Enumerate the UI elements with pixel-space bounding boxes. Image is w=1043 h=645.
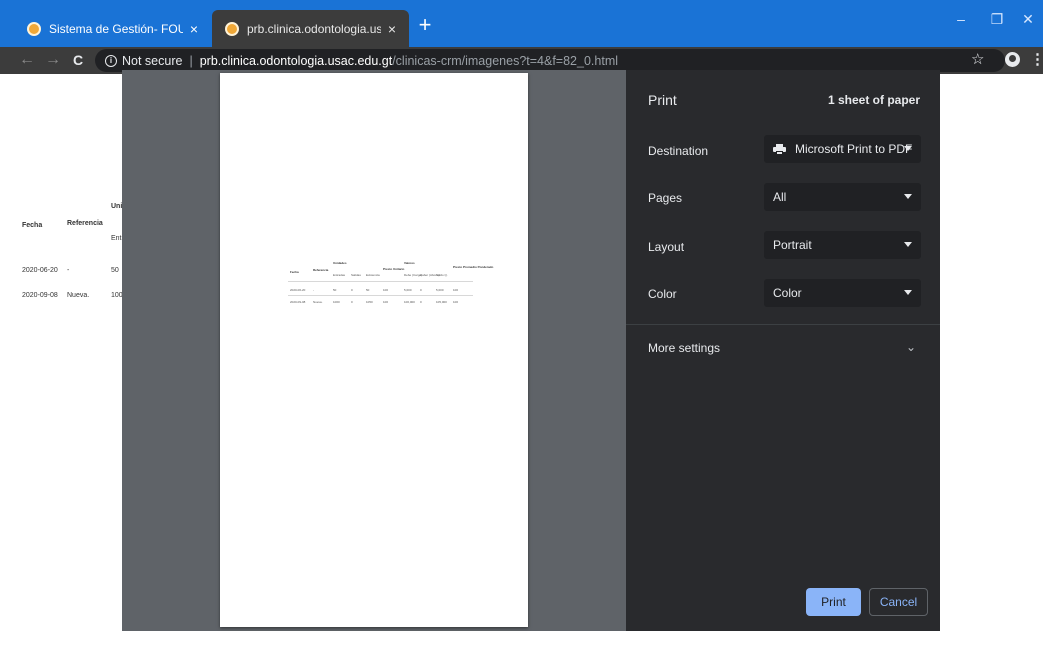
preview-header: Unidades (333, 261, 347, 265)
chevron-down-icon (904, 146, 912, 151)
color-select[interactable]: Color (764, 279, 921, 307)
row-referencia: Nueva. (67, 292, 90, 299)
preview-cell: 100 (453, 300, 459, 304)
reload-icon[interactable]: C (68, 49, 88, 71)
destination-value: Microsoft Print to PDF (795, 142, 913, 156)
tab-sistema-gestion[interactable]: Sistema de Gestión- FOUSAC × (14, 10, 211, 47)
row-cantidad: 50 (111, 267, 119, 274)
print-title: Print (648, 92, 677, 108)
preview-cell: 50 (366, 288, 370, 292)
preview-header: Saldo Q. (436, 273, 448, 277)
row-referencia: - (67, 267, 70, 274)
new-tab-button[interactable]: + (413, 14, 437, 38)
chevron-down-icon (904, 290, 912, 295)
forward-arrow-icon[interactable]: → (43, 49, 63, 71)
tab-title: prb.clinica.odontologia.usac.edu. (247, 21, 381, 36)
profile-avatar-icon[interactable] (1005, 52, 1020, 67)
close-window-icon[interactable]: ✕ (1013, 8, 1043, 30)
preview-cell: 0 (351, 288, 353, 292)
preview-cell: 1000 (333, 300, 340, 304)
cancel-button[interactable]: Cancel (869, 588, 928, 616)
preview-header: Entradas (333, 273, 346, 277)
printer-icon (773, 143, 786, 155)
destination-label: Destination (648, 144, 709, 158)
tab-title: Sistema de Gestión- FOUSAC (49, 21, 183, 36)
preview-header: Precio Unitario (383, 267, 405, 271)
layout-label: Layout (648, 240, 685, 254)
tab-close-icon[interactable]: × (187, 21, 201, 37)
security-label: Not secure (122, 53, 183, 68)
referencia-header: Referencia (67, 220, 103, 227)
browser-titlebar: Sistema de Gestión- FOUSAC × prb.clinica… (0, 0, 1043, 47)
layout-value: Portrait (773, 238, 812, 252)
preview-divider (288, 281, 473, 282)
expand-chevron-icon[interactable]: ⌄ (906, 340, 916, 354)
pages-label: Pages (648, 191, 683, 205)
settings-divider (626, 324, 940, 325)
sheet-count: 1 sheet of paper (827, 93, 920, 107)
print-dialog: Fecha Referencia Unidades Entradas Salid… (122, 70, 940, 631)
preview-cell: 50 (333, 288, 337, 292)
fecha-header: Fecha (22, 222, 43, 229)
preview-header: Fecha (290, 270, 299, 274)
print-settings-panel: Print 1 sheet of paper Destination Micro… (626, 70, 940, 631)
preview-cell: Nueva. (313, 300, 323, 304)
print-preview-area: Fecha Referencia Unidades Entradas Salid… (122, 70, 626, 631)
layout-select[interactable]: Portrait (764, 231, 921, 259)
preview-divider (288, 295, 473, 296)
bookmark-star-icon[interactable]: ☆ (971, 50, 984, 68)
preview-cell: 1050 (366, 300, 373, 304)
preview-header: Referencia (313, 268, 329, 272)
print-button[interactable]: Print (806, 588, 861, 616)
preview-header: Existencia (366, 273, 380, 277)
preview-header: Valores (404, 261, 415, 265)
preview-cell: 100 (453, 288, 459, 292)
info-icon[interactable]: i (105, 54, 117, 67)
back-arrow-icon[interactable]: ← (17, 49, 37, 71)
preview-header: Precio Promedio Ponderado (453, 265, 494, 269)
preview-cell: 5,000 (436, 288, 444, 292)
preview-cell: 0 (420, 288, 422, 292)
preview-sheet: Fecha Referencia Unidades Entradas Salid… (220, 73, 528, 627)
site-favicon-icon (225, 21, 239, 36)
tab-close-icon[interactable]: × (385, 21, 399, 37)
pages-select[interactable]: All (764, 183, 921, 211)
preview-cell: 0 (351, 300, 353, 304)
url-host: prb.clinica.odontologia.usac.edu.gt (199, 53, 393, 68)
preview-cell: 2020-06-20 (290, 288, 306, 292)
preview-cell: 105,000 (436, 300, 447, 304)
pages-value: All (773, 190, 787, 204)
chevron-down-icon (904, 194, 912, 199)
color-label: Color (648, 287, 677, 301)
destination-select[interactable]: Microsoft Print to PDF (764, 135, 921, 163)
preview-cell: - (313, 288, 314, 292)
address-bar[interactable]: i Not secure | prb.clinica.odontologia.u… (95, 49, 1005, 72)
chevron-down-icon (904, 242, 912, 247)
kebab-menu-icon[interactable]: ⋮ (1030, 50, 1043, 68)
url-path: /clinicas-crm/imagenes?t=4&f=82_0.html (392, 53, 619, 68)
preview-cell: 100,000 (404, 300, 415, 304)
url-separator: | (189, 53, 193, 68)
preview-cell: 100 (383, 288, 389, 292)
preview-cell: 100 (383, 300, 389, 304)
preview-cell: 5,000 (404, 288, 412, 292)
color-value: Color (773, 286, 802, 300)
tab-prb-clinica[interactable]: prb.clinica.odontologia.usac.edu. × (212, 10, 409, 47)
preview-cell: 2020-09-08 (290, 300, 306, 304)
preview-header: Salidas (351, 273, 361, 277)
preview-cell: 0 (420, 300, 422, 304)
row-fecha: 2020-09-08 (22, 292, 58, 299)
more-settings-toggle[interactable]: More settings (648, 341, 720, 355)
minimize-icon[interactable]: – (946, 8, 976, 30)
site-favicon-icon (27, 21, 41, 36)
maximize-icon[interactable]: ❐ (982, 8, 1012, 30)
row-fecha: 2020-06-20 (22, 267, 58, 274)
